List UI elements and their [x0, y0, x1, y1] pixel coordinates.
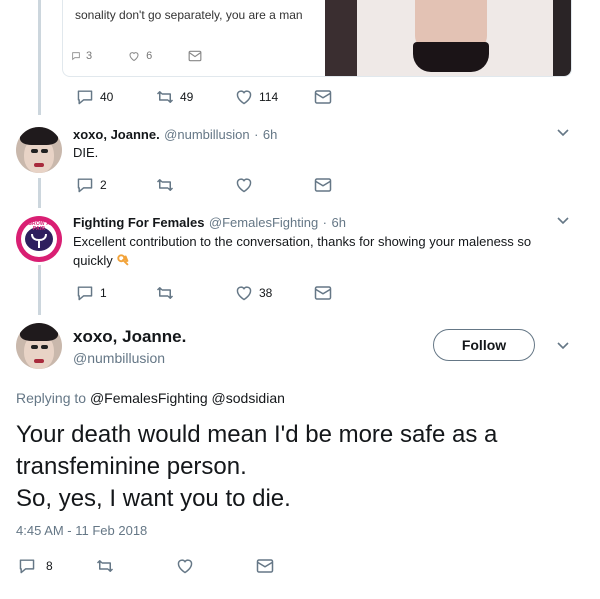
- thread-line: [38, 0, 41, 115]
- tweet-1-header: xoxo, Joanne. @numbillusion · 6h: [73, 126, 277, 144]
- tweet-text: DIE.: [73, 145, 99, 160]
- heart-icon: [177, 559, 193, 574]
- separator-dot: ·: [254, 127, 259, 142]
- tweet-2-header: Fighting For Females @FemalesFighting · …: [73, 214, 346, 232]
- tweet-text-line: Excellent contribution to the conversati…: [73, 234, 532, 249]
- reply-button[interactable]: 40: [76, 88, 113, 106]
- quoted-tweet-actions: 3 6: [71, 50, 238, 62]
- main-tweet-text-line: Your death would mean I'd be more safe a…: [16, 421, 498, 448]
- quoted-like-count: 6: [146, 50, 153, 62]
- display-name[interactable]: xoxo, Joanne.: [73, 327, 186, 347]
- thread-line: [38, 178, 41, 208]
- avatar[interactable]: [16, 127, 62, 173]
- reply-icon: [77, 178, 93, 193]
- replying-to-mentions[interactable]: @FemalesFighting @sodsidian: [90, 390, 285, 406]
- heart-icon: [236, 90, 252, 105]
- avatar[interactable]: [16, 323, 62, 369]
- main-tweet-text: Your death would mean I'd be more safe a…: [16, 419, 586, 515]
- retweet-icon: [156, 91, 174, 103]
- reply-count: 8: [46, 559, 53, 573]
- ok-hand-emoji: [117, 254, 129, 266]
- envelope-icon: [188, 50, 202, 62]
- user-handle[interactable]: @numbillusion: [73, 350, 165, 366]
- envelope-icon: [314, 178, 332, 192]
- main-tweet-text-line: transfeminine person.: [16, 453, 247, 480]
- thread-line: [38, 265, 41, 315]
- dm-button[interactable]: [256, 557, 274, 575]
- retweet-button[interactable]: [156, 176, 174, 194]
- reply-icon: [77, 90, 93, 105]
- like-count: 38: [259, 286, 273, 300]
- retweet-count: 49: [180, 90, 194, 104]
- envelope-icon: [314, 286, 332, 300]
- chevron-down-icon[interactable]: [556, 216, 570, 226]
- dm-button[interactable]: [314, 88, 332, 106]
- dm-button[interactable]: [314, 176, 332, 194]
- envelope-icon: [314, 90, 332, 104]
- reply-count: 1: [100, 286, 107, 300]
- quoted-tweet-text: sonality don't go separately, you are a …: [75, 8, 303, 22]
- reply-icon: [72, 52, 80, 61]
- replying-to-label: Replying to: [16, 390, 87, 406]
- chevron-down-icon[interactable]: [556, 128, 570, 138]
- reply-icon: [19, 559, 35, 574]
- tweet-timestamp[interactable]: 4:45 AM - 11 Feb 2018: [16, 523, 147, 538]
- quoted-tweet-photo[interactable]: [325, 0, 571, 76]
- avatar[interactable]: GROW A PAIR: [16, 216, 62, 262]
- retweet-icon: [96, 560, 114, 572]
- like-button[interactable]: 114: [235, 88, 278, 106]
- tweet-time[interactable]: 6h: [263, 127, 277, 142]
- quoted-tweet-card[interactable]: sonality don't go separately, you are a …: [62, 0, 572, 77]
- reply-button[interactable]: 2: [76, 176, 107, 194]
- tweet-text-line-wrap: quickly: [73, 251, 583, 270]
- retweet-icon: [156, 287, 174, 299]
- replying-to: Replying to @FemalesFighting @sodsidian: [16, 390, 285, 406]
- heart-icon: [236, 178, 252, 193]
- envelope-icon: [256, 559, 274, 573]
- display-name[interactable]: xoxo, Joanne.: [73, 127, 160, 142]
- like-button[interactable]: [235, 176, 253, 194]
- reply-count: 2: [100, 178, 107, 192]
- reply-count: 40: [100, 90, 114, 104]
- like-button[interactable]: 38: [235, 284, 272, 302]
- quoted-reply-count: 3: [86, 50, 93, 62]
- quoted-like-action[interactable]: 6: [128, 50, 152, 62]
- reply-button[interactable]: 1: [76, 284, 107, 302]
- main-tweet-text-line: So, yes, I want you to die.: [16, 485, 291, 512]
- quoted-dm-action[interactable]: [188, 50, 202, 62]
- retweet-button[interactable]: [96, 557, 114, 575]
- logo-text: GROW A PAIR: [27, 221, 51, 232]
- quoted-reply-action[interactable]: 3: [71, 50, 92, 62]
- follow-button[interactable]: Follow: [433, 329, 535, 361]
- heart-icon: [236, 286, 252, 301]
- separator-dot: ·: [322, 215, 328, 230]
- like-button[interactable]: [176, 557, 194, 575]
- reply-button[interactable]: 8: [18, 557, 53, 575]
- chevron-down-icon[interactable]: [556, 341, 570, 351]
- user-handle[interactable]: @FemalesFighting: [209, 215, 318, 230]
- user-handle[interactable]: @numbillusion: [164, 127, 249, 142]
- logo-symbol: [31, 233, 47, 248]
- retweet-icon: [156, 179, 174, 191]
- heart-icon: [129, 52, 139, 62]
- reply-icon: [77, 286, 93, 301]
- display-name[interactable]: Fighting For Females: [73, 215, 204, 230]
- retweet-button[interactable]: 49: [156, 88, 193, 106]
- dm-button[interactable]: [314, 284, 332, 302]
- tweet-text-line: quickly: [73, 253, 113, 268]
- tweet-text: Excellent contribution to the conversati…: [73, 232, 583, 270]
- like-count: 114: [259, 90, 279, 104]
- tweet-time[interactable]: 6h: [331, 215, 345, 230]
- retweet-button[interactable]: [156, 284, 174, 302]
